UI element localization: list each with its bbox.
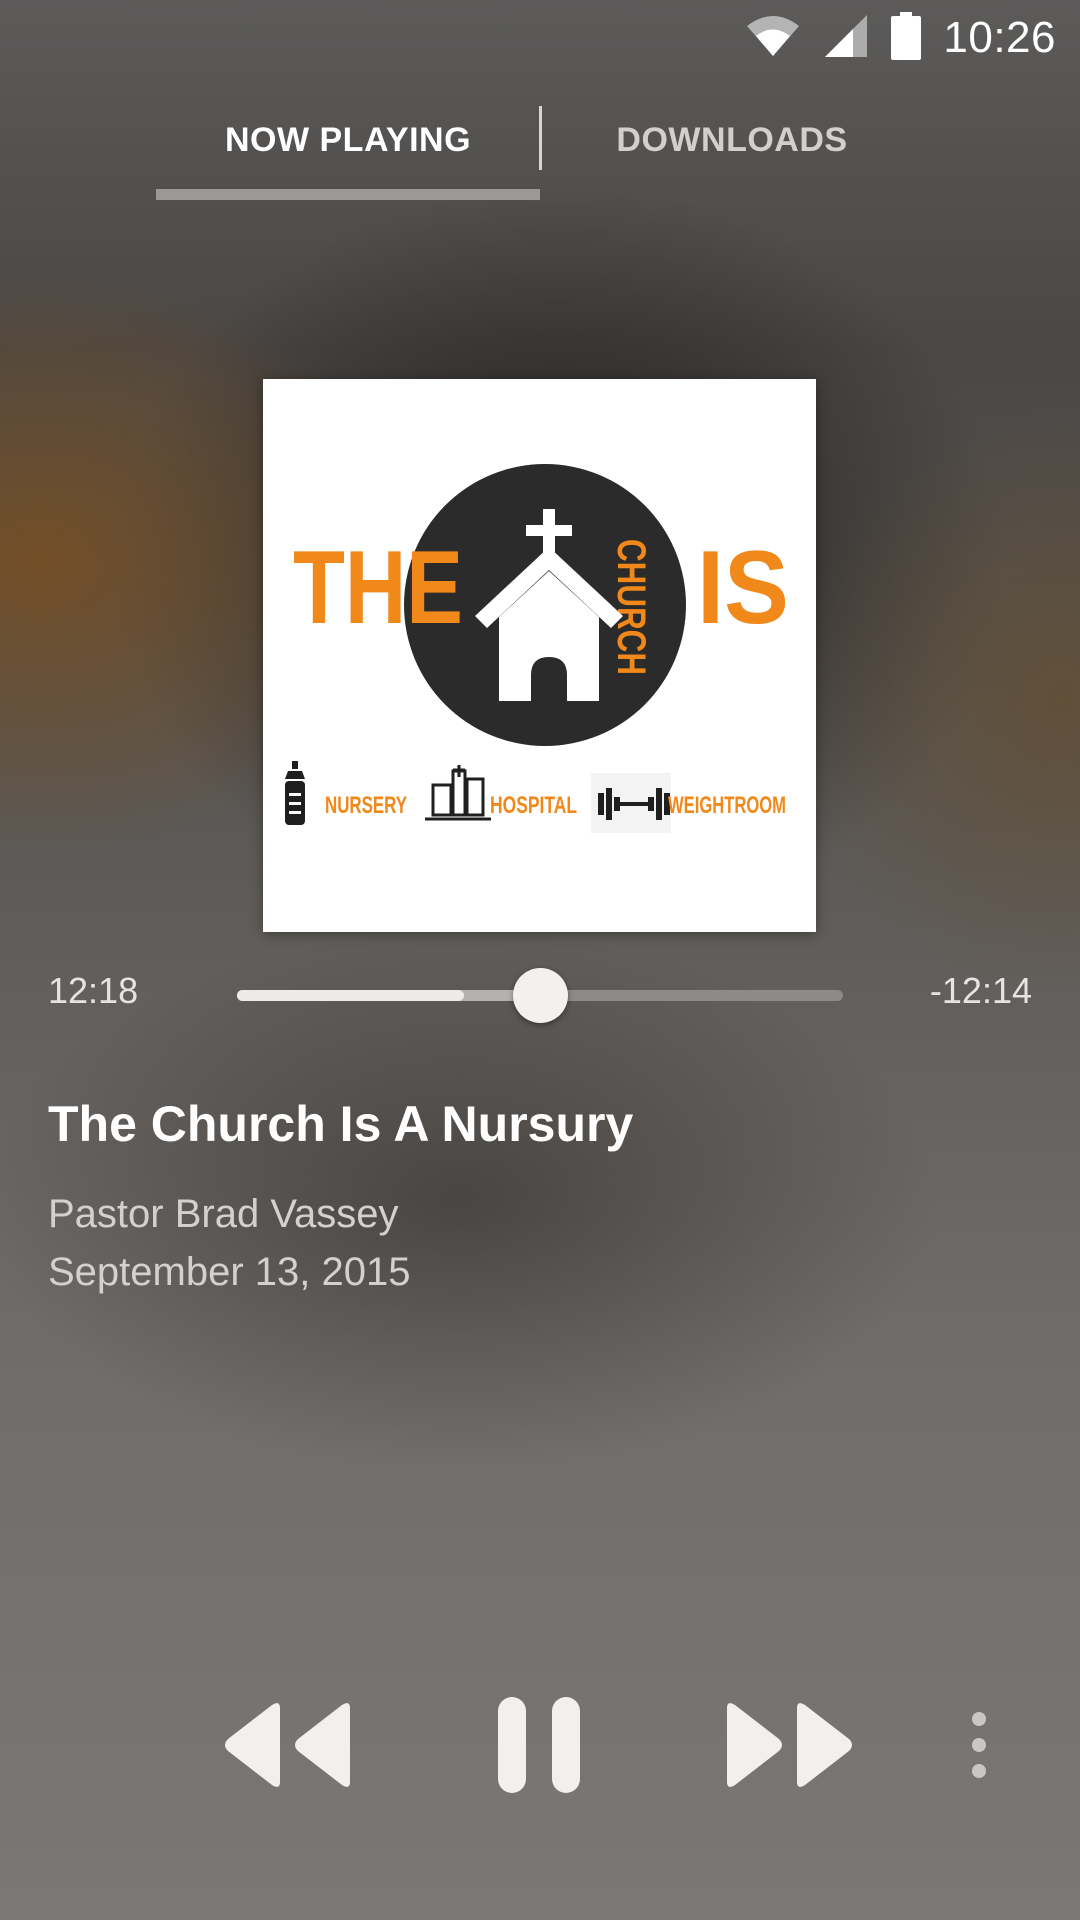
tab-now-playing[interactable]: NOW PLAYING xyxy=(156,100,540,180)
cell-signal-icon xyxy=(823,13,869,64)
pause-button[interactable] xyxy=(496,1695,582,1795)
clock: 10:26 xyxy=(943,13,1056,62)
more-vert-icon xyxy=(972,1712,986,1778)
seek-bar[interactable] xyxy=(237,968,843,1023)
baby-bottle-icon xyxy=(285,761,305,825)
more-options-button[interactable] xyxy=(962,1710,996,1780)
tab-selected-indicator xyxy=(156,189,540,200)
hospital-icon xyxy=(425,765,491,821)
logo-text-church: CHURCH xyxy=(609,539,653,675)
battery-icon xyxy=(891,11,922,65)
wifi-icon xyxy=(745,14,801,63)
elapsed-time: 12:18 xyxy=(48,970,139,1011)
tab-downloads[interactable]: DOWNLOADS xyxy=(540,100,924,180)
remaining-time: -12:14 xyxy=(929,970,1032,1011)
seek-bar-played xyxy=(237,990,465,1001)
fast-forward-icon xyxy=(727,1703,852,1787)
logo-text-the: THE xyxy=(293,530,463,646)
episode-speaker: Pastor Brad Vassey xyxy=(48,1192,399,1236)
status-icons: 10:26 xyxy=(745,8,1056,68)
fast-forward-button[interactable] xyxy=(727,1700,855,1790)
tab-bar: NOW PLAYING DOWNLOADS xyxy=(156,100,924,200)
logo-text-is: IS xyxy=(697,530,789,646)
nursery-label: NURSERY xyxy=(325,792,407,819)
episode-date: September 13, 2015 xyxy=(48,1250,411,1294)
weightroom-label: WEIGHTROOM xyxy=(668,792,786,819)
rewind-button[interactable] xyxy=(222,1700,350,1790)
album-artwork: THE IS CHURCH NURSERY HOSPITAL WEIGHTROO… xyxy=(263,379,816,932)
episode-title: The Church Is A Nursury xyxy=(48,1096,634,1152)
status-bar: 10:26 xyxy=(0,0,1080,76)
rewind-icon xyxy=(225,1703,350,1787)
seek-bar-thumb[interactable] xyxy=(513,968,568,1023)
hospital-label: HOSPITAL xyxy=(490,792,577,819)
blurred-background xyxy=(0,0,1080,1920)
pause-icon xyxy=(498,1697,580,1793)
